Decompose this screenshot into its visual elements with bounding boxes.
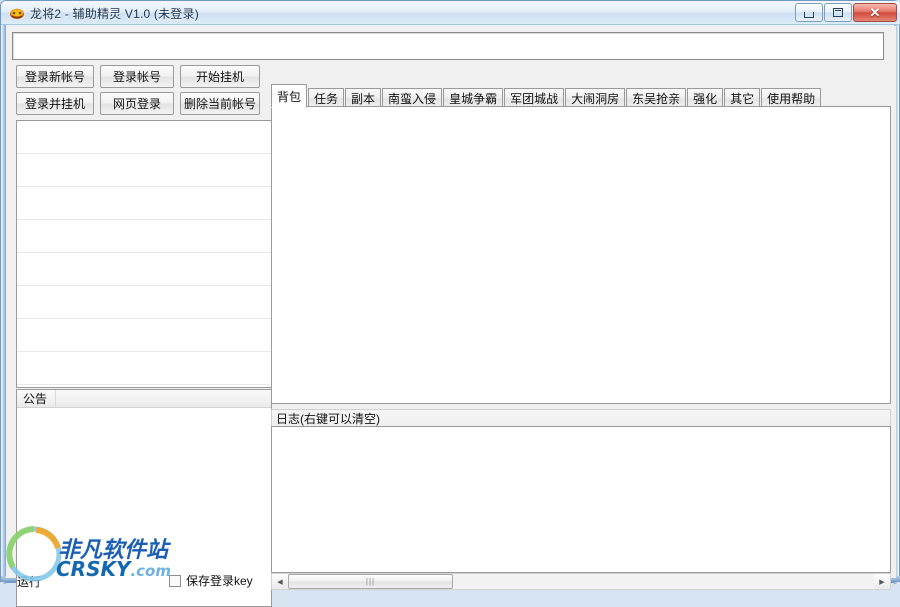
save-login-key-label: 保存登录key — [186, 574, 253, 588]
maximize-icon — [833, 8, 843, 17]
top-text-input[interactable] — [13, 33, 883, 59]
login-account-button[interactable]: 登录帐号 — [100, 65, 174, 88]
list-item[interactable] — [17, 253, 271, 286]
top-input-container[interactable] — [12, 32, 884, 60]
tab-strip: 背包 任务 副本 南蛮入侵 皇城争霸 军团城战 大闹洞房 东吴抢亲 强化 其它 … — [271, 84, 891, 108]
minimize-button[interactable] — [795, 3, 823, 22]
tab-qita[interactable]: 其它 — [724, 88, 761, 107]
tab-qianghua[interactable]: 强化 — [687, 88, 724, 107]
delete-current-account-button[interactable]: 删除当前帐号 — [180, 92, 260, 115]
action-buttons-row-1: 登录新帐号 登录帐号 开始挂机 — [16, 65, 260, 88]
login-new-account-button[interactable]: 登录新帐号 — [16, 65, 94, 88]
action-buttons-row-2: 登录并挂机 网页登录 删除当前帐号 — [16, 92, 260, 115]
application-window: 龙将2 - 辅助精灵 V1.0 (未登录) ✕ 登录新帐号 登录帐号 开始挂机 … — [0, 0, 900, 607]
save-login-key-row[interactable]: 保存登录key — [169, 572, 253, 589]
status-text: 运行 — [17, 574, 42, 589]
tab-beibao[interactable]: 背包 — [271, 84, 308, 108]
tab-renwu[interactable]: 任务 — [308, 88, 345, 107]
log-label: 日志(右键可以清空) — [271, 409, 891, 426]
client-area: 登录新帐号 登录帐号 开始挂机 登录并挂机 网页登录 删除当前帐号 公告 背包 … — [6, 26, 896, 607]
minimize-icon — [804, 11, 814, 18]
web-login-button[interactable]: 网页登录 — [100, 92, 174, 115]
close-button[interactable]: ✕ — [853, 3, 897, 22]
list-item[interactable] — [17, 121, 271, 154]
tab-juntuanchengzhan[interactable]: 军团城战 — [504, 88, 565, 107]
scroll-left-arrow-icon[interactable]: ◀ — [272, 574, 288, 589]
window-title: 龙将2 - 辅助精灵 V1.0 (未登录) — [30, 7, 199, 21]
maximize-button[interactable] — [824, 3, 852, 22]
title-bar[interactable]: 龙将2 - 辅助精灵 V1.0 (未登录) ✕ — [1, 1, 900, 25]
list-item[interactable] — [17, 220, 271, 253]
tab-huangchengzhengba[interactable]: 皇城争霸 — [443, 88, 504, 107]
log-textarea[interactable] — [271, 426, 891, 573]
tab-shiyongbangzhu[interactable]: 使用帮助 — [761, 88, 822, 107]
tab-nanmanruqin[interactable]: 南蛮入侵 — [382, 88, 443, 107]
list-item[interactable] — [17, 187, 271, 220]
left-panel: 登录新帐号 登录帐号 开始挂机 登录并挂机 网页登录 删除当前帐号 公告 — [11, 65, 272, 607]
scrollbar-thumb[interactable]: ||| — [288, 574, 453, 589]
window-controls: ✕ — [795, 3, 897, 23]
account-list[interactable] — [16, 120, 272, 388]
tab-content-panel[interactable] — [271, 106, 891, 404]
horizontal-scrollbar[interactable]: ◀ ||| ▶ — [271, 573, 891, 590]
list-item[interactable] — [17, 319, 271, 352]
app-icon — [9, 5, 25, 21]
login-and-afk-button[interactable]: 登录并挂机 — [16, 92, 94, 115]
list-item[interactable] — [17, 286, 271, 319]
tab-fuben[interactable]: 副本 — [345, 88, 382, 107]
scroll-right-arrow-icon[interactable]: ▶ — [874, 574, 890, 589]
list-item[interactable] — [17, 154, 271, 187]
right-panel: 背包 任务 副本 南蛮入侵 皇城争霸 军团城战 大闹洞房 东吴抢亲 强化 其它 … — [271, 65, 896, 590]
save-login-key-checkbox[interactable] — [169, 574, 181, 587]
tab-dongwuqiangqin[interactable]: 东吴抢亲 — [626, 88, 687, 107]
close-icon: ✕ — [869, 5, 881, 20]
scrollbar-track[interactable]: ||| — [288, 574, 874, 589]
announcement-column-header[interactable]: 公告 — [23, 390, 57, 407]
tab-danaodongfang[interactable]: 大闹洞房 — [565, 88, 626, 107]
announcement-header[interactable]: 公告 — [17, 390, 271, 408]
start-afk-button[interactable]: 开始挂机 — [180, 65, 260, 88]
list-item[interactable] — [17, 352, 271, 385]
